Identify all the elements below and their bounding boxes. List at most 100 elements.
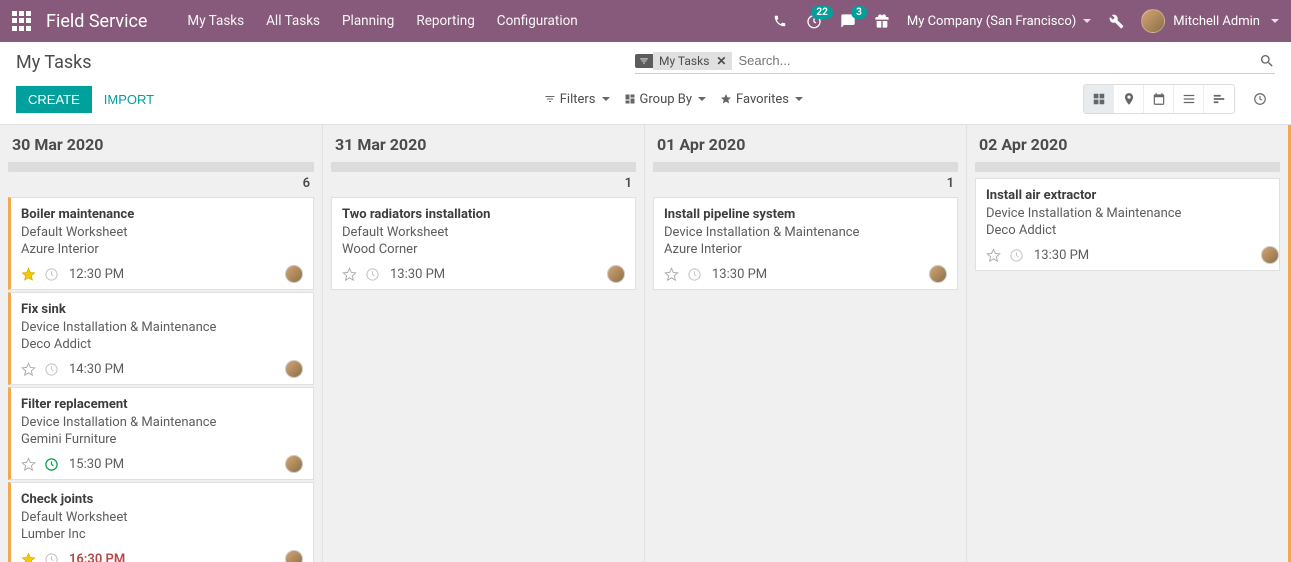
- kanban-column: 01 Apr 2020 1 Install pipeline system De…: [644, 125, 966, 562]
- gift-icon[interactable]: [873, 12, 891, 30]
- filter-facet: My Tasks ✕: [653, 52, 732, 70]
- assignee-avatar[interactable]: [285, 455, 303, 473]
- facet-remove[interactable]: ✕: [716, 54, 726, 68]
- filters-dropdown[interactable]: Filters: [544, 92, 610, 107]
- filter-facet-icon: [635, 54, 653, 68]
- page-title: My Tasks: [16, 52, 92, 73]
- column-progress-bar[interactable]: [653, 162, 958, 172]
- search-icon[interactable]: [1259, 53, 1275, 69]
- card-customer: Deco Addict: [21, 337, 303, 352]
- timer-icon[interactable]: 22: [805, 12, 823, 30]
- view-kanban[interactable]: [1084, 85, 1114, 113]
- card-worksheet: Device Installation & Maintenance: [986, 206, 1269, 221]
- view-gantt[interactable]: [1204, 85, 1234, 113]
- column-count: 1: [653, 176, 958, 191]
- star-icon[interactable]: [21, 457, 36, 472]
- column-progress-bar[interactable]: [975, 162, 1280, 172]
- column-progress-bar[interactable]: [331, 162, 636, 172]
- clock-icon[interactable]: [44, 457, 59, 472]
- timer-badge: 22: [811, 6, 832, 19]
- view-map[interactable]: [1114, 85, 1144, 113]
- clock-icon[interactable]: [44, 552, 59, 562]
- card-customer: Wood Corner: [342, 242, 625, 257]
- groupby-dropdown[interactable]: Group By: [624, 92, 707, 107]
- card-title: Fix sink: [21, 302, 303, 317]
- phone-icon[interactable]: [771, 12, 789, 30]
- user-avatar-icon: [1141, 9, 1165, 33]
- card-time: 15:30 PM: [69, 457, 124, 472]
- user-menu[interactable]: Mitchell Admin: [1141, 9, 1279, 33]
- view-activity[interactable]: [1245, 85, 1275, 113]
- assignee-avatar[interactable]: [607, 265, 625, 283]
- apps-icon[interactable]: [12, 11, 32, 31]
- column-count: 1: [331, 176, 636, 191]
- card-time: 14:30 PM: [69, 362, 124, 377]
- app-brand[interactable]: Field Service: [46, 11, 147, 32]
- card-customer: Azure Interior: [664, 242, 947, 257]
- control-bar: My Tasks My Tasks ✕ CREATE IMPORT Filter…: [0, 42, 1291, 125]
- favorites-dropdown[interactable]: Favorites: [720, 92, 803, 107]
- task-card[interactable]: Filter replacement Device Installation &…: [8, 387, 314, 480]
- card-customer: Lumber Inc: [21, 527, 303, 542]
- card-title: Check joints: [21, 492, 303, 507]
- chat-icon[interactable]: 3: [839, 12, 857, 30]
- card-customer: Gemini Furniture: [21, 432, 303, 447]
- star-icon[interactable]: [21, 362, 36, 377]
- company-switcher[interactable]: My Company (San Francisco): [907, 14, 1091, 29]
- nav-configuration[interactable]: Configuration: [497, 13, 578, 29]
- nav-my-tasks[interactable]: My Tasks: [187, 13, 244, 29]
- column-progress-bar[interactable]: [8, 162, 314, 172]
- card-time: 13:30 PM: [1034, 248, 1089, 263]
- kanban-column: 31 Mar 2020 1 Two radiators installation…: [322, 125, 644, 562]
- nav-reporting[interactable]: Reporting: [416, 13, 474, 29]
- task-card[interactable]: Two radiators installation Default Works…: [331, 197, 636, 290]
- clock-icon[interactable]: [44, 267, 59, 282]
- card-title: Filter replacement: [21, 397, 303, 412]
- navbar: Field Service My Tasks All Tasks Plannin…: [0, 0, 1291, 42]
- card-time: 16:30 PM: [69, 552, 125, 562]
- card-customer: Deco Addict: [986, 223, 1269, 238]
- card-worksheet: Device Installation & Maintenance: [664, 225, 947, 240]
- column-title: 01 Apr 2020: [653, 135, 958, 154]
- card-worksheet: Device Installation & Maintenance: [21, 415, 303, 430]
- task-card[interactable]: Boiler maintenance Default Worksheet Azu…: [8, 197, 314, 290]
- star-icon[interactable]: [986, 248, 1001, 263]
- task-card[interactable]: Fix sink Device Installation & Maintenan…: [8, 292, 314, 385]
- star-icon[interactable]: [342, 267, 357, 282]
- assignee-avatar[interactable]: [285, 265, 303, 283]
- import-button[interactable]: IMPORT: [92, 86, 166, 113]
- card-time: 13:30 PM: [390, 267, 445, 282]
- assignee-avatar[interactable]: [285, 360, 303, 378]
- clock-icon[interactable]: [1009, 248, 1024, 263]
- star-icon[interactable]: [664, 267, 679, 282]
- view-list[interactable]: [1174, 85, 1204, 113]
- clock-icon[interactable]: [365, 267, 380, 282]
- chat-badge: 3: [851, 6, 867, 19]
- card-title: Install air extractor: [986, 188, 1269, 203]
- nav-planning[interactable]: Planning: [342, 13, 394, 29]
- assignee-avatar[interactable]: [1261, 246, 1279, 264]
- create-button[interactable]: CREATE: [16, 86, 92, 113]
- star-icon[interactable]: [21, 267, 36, 282]
- assignee-avatar[interactable]: [929, 265, 947, 283]
- task-card[interactable]: Install air extractor Device Installatio…: [975, 178, 1280, 271]
- debug-icon[interactable]: [1107, 12, 1125, 30]
- view-calendar[interactable]: [1144, 85, 1174, 113]
- task-card[interactable]: Install pipeline system Device Installat…: [653, 197, 958, 290]
- clock-icon[interactable]: [44, 362, 59, 377]
- search-bar[interactable]: My Tasks ✕: [635, 50, 1275, 74]
- search-input[interactable]: [732, 50, 1259, 71]
- kanban-board: 30 Mar 2020 6 Boiler maintenance Default…: [0, 125, 1291, 562]
- clock-icon[interactable]: [687, 267, 702, 282]
- card-worksheet: Default Worksheet: [21, 225, 303, 240]
- star-icon[interactable]: [21, 552, 36, 562]
- card-title: Install pipeline system: [664, 207, 947, 222]
- task-card[interactable]: Check joints Default Worksheet Lumber In…: [8, 482, 314, 562]
- card-worksheet: Default Worksheet: [21, 510, 303, 525]
- column-title: 30 Mar 2020: [8, 135, 314, 154]
- card-worksheet: Default Worksheet: [342, 225, 625, 240]
- kanban-column: 30 Mar 2020 6 Boiler maintenance Default…: [0, 125, 322, 562]
- assignee-avatar[interactable]: [285, 550, 303, 562]
- nav-all-tasks[interactable]: All Tasks: [266, 13, 320, 29]
- kanban-column: 02 Apr 2020 Install air extractor Device…: [966, 125, 1288, 562]
